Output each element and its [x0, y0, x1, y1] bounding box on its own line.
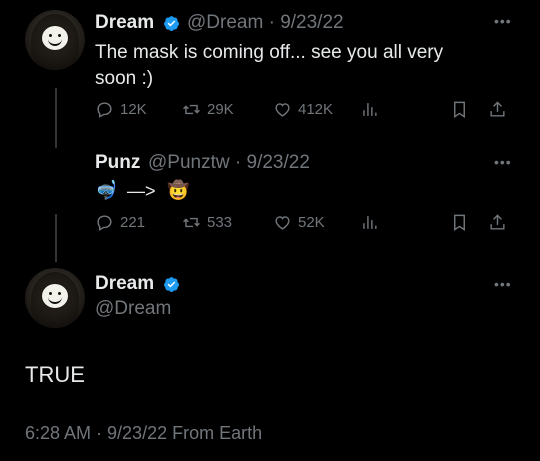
avatar[interactable] — [25, 268, 85, 328]
more-icon[interactable]: ••• — [494, 154, 512, 170]
handle[interactable]: @Dream — [95, 298, 171, 320]
share-icon — [490, 101, 505, 117]
reply-icon — [97, 102, 112, 118]
analytics-icon — [363, 216, 377, 229]
handle[interactable]: @Punztw · 9/23/22 — [148, 152, 310, 174]
reply-count: 221 — [120, 214, 146, 231]
retweet-icon — [183, 104, 200, 115]
share-icon — [490, 214, 505, 230]
verified-badge-icon — [164, 277, 179, 292]
verified-badge-icon — [164, 16, 179, 31]
tweet-actions: 221 533 52K — [95, 213, 515, 237]
display-name[interactable]: Dream — [95, 273, 154, 295]
more-icon[interactable]: ••• — [494, 13, 512, 29]
share-button[interactable] — [488, 100, 507, 119]
tweet-timestamp[interactable]: 6:28 AM · 9/23/22 From Earth — [25, 423, 262, 444]
bookmark-icon — [454, 101, 465, 118]
tweet-text: TRUE — [25, 362, 85, 387]
cowboy-face-emoji: 🤠 — [167, 180, 190, 200]
retweet-icon — [183, 217, 200, 228]
reply-button[interactable]: 12K — [95, 100, 147, 119]
like-button[interactable]: 52K — [273, 213, 325, 232]
analytics-icon — [363, 103, 377, 116]
tweet-text: The mask is coming off... see you all ve… — [95, 42, 444, 89]
thread-line — [55, 88, 57, 148]
like-count: 412K — [298, 101, 334, 118]
heart-icon — [275, 103, 290, 117]
more-icon[interactable]: ••• — [494, 276, 512, 292]
diving-mask-emoji: 🤿 — [95, 180, 118, 200]
like-button[interactable]: 412K — [273, 100, 333, 119]
display-name[interactable]: Punz — [95, 152, 140, 174]
bookmark-button[interactable] — [450, 213, 469, 232]
retweet-button[interactable]: 29K — [182, 100, 234, 119]
bookmark-button[interactable] — [450, 100, 469, 119]
reply-button[interactable]: 221 — [95, 213, 145, 232]
display-name[interactable]: Dream — [95, 12, 154, 34]
bookmark-icon — [454, 214, 465, 231]
handle[interactable]: @Dream · 9/23/22 — [187, 12, 344, 34]
retweet-count: 533 — [207, 214, 233, 231]
share-button[interactable] — [488, 213, 507, 232]
retweet-count: 29K — [207, 101, 234, 118]
reply-count: 12K — [120, 101, 147, 118]
reply-icon — [97, 215, 112, 231]
arrow-text: —> — [127, 181, 156, 201]
tweet-actions: 12K 29K 412K — [95, 100, 515, 124]
avatar[interactable] — [25, 10, 85, 70]
analytics-button[interactable] — [360, 213, 379, 232]
analytics-button[interactable] — [360, 100, 379, 119]
heart-icon — [275, 216, 290, 230]
thread-line — [55, 214, 57, 262]
like-count: 52K — [298, 214, 325, 231]
retweet-button[interactable]: 533 — [182, 213, 232, 232]
